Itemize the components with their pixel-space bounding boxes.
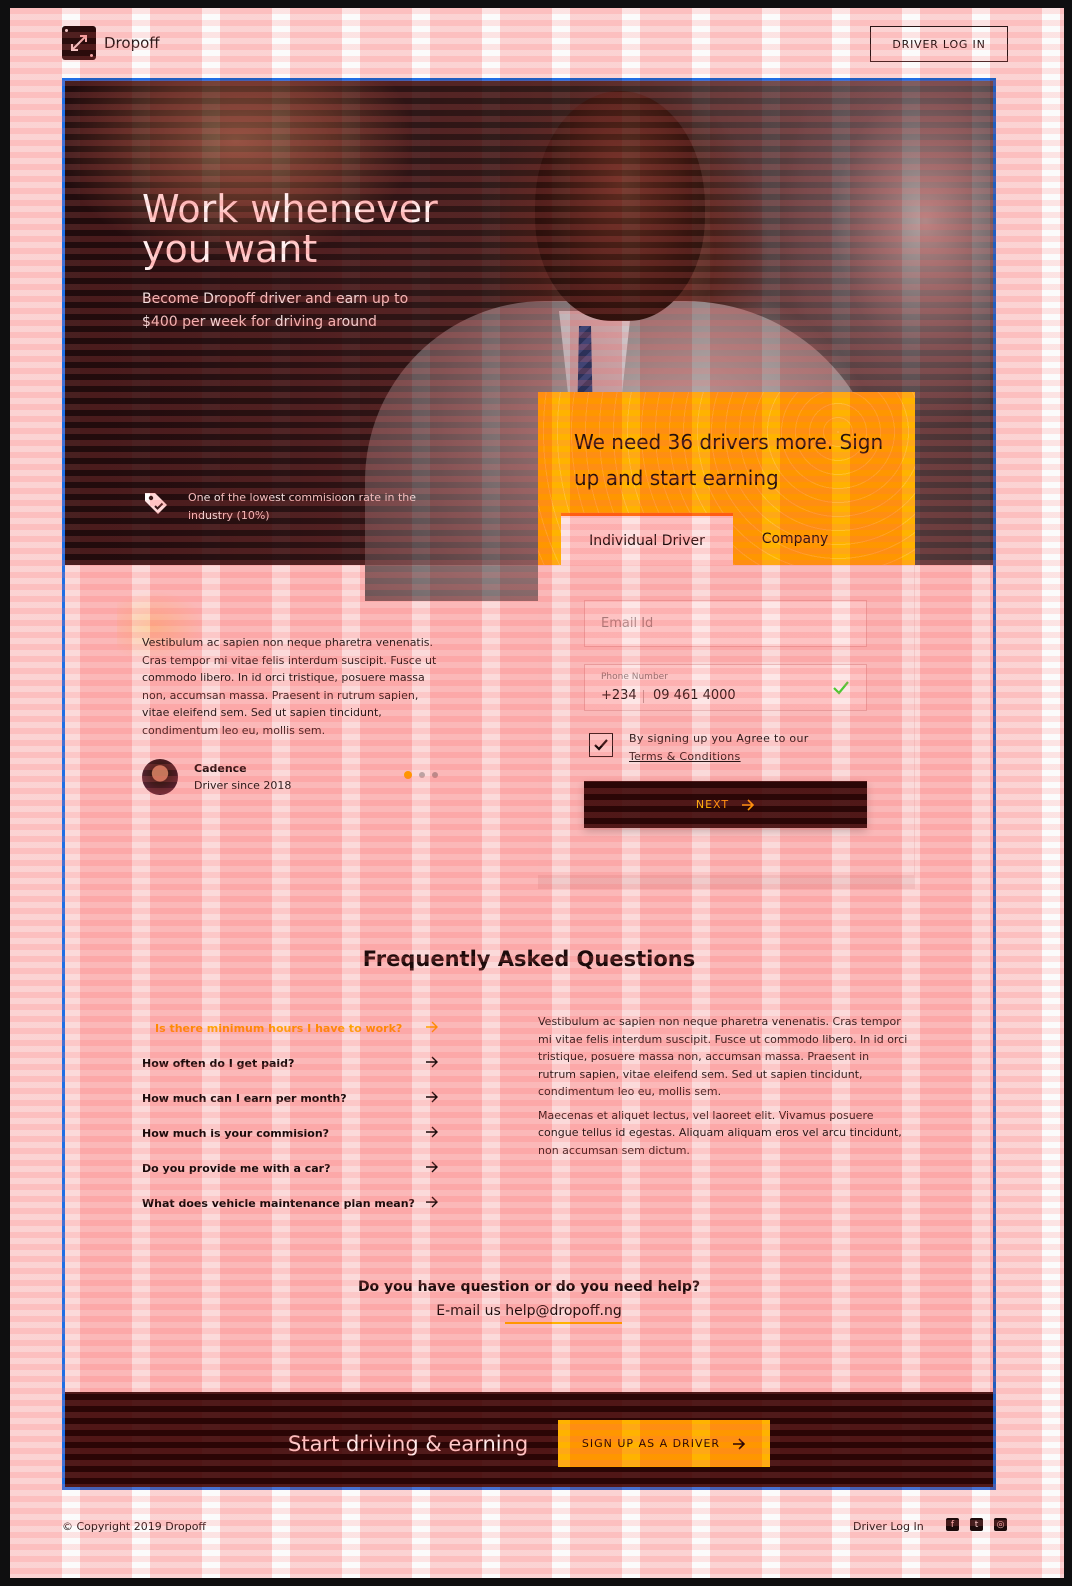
- tab-company[interactable]: Company: [733, 513, 857, 565]
- faq-answer-paragraph: Vestibulum ac sapien non neque pharetra …: [538, 1015, 908, 1098]
- facebook-icon[interactable]: f: [946, 1518, 959, 1531]
- carousel-dot-3[interactable]: [432, 772, 438, 778]
- carousel-dot-1[interactable]: [404, 771, 412, 779]
- faq-answer-paragraph: Maecenas et aliquet lectus, vel laoreet …: [538, 1108, 902, 1157]
- help-email-line: E-mail us help@dropoff.ng: [65, 1303, 993, 1324]
- arrow-right-icon: [426, 1161, 438, 1173]
- email-field[interactable]: [584, 600, 867, 647]
- site-header: Dropoff DRIVER LOG IN: [62, 26, 1008, 70]
- testimonial-name: Cadence: [194, 762, 247, 775]
- faq-item-minimum-hours[interactable]: Is there minimum hours I have to work?: [142, 1011, 439, 1046]
- faq-item-car[interactable]: Do you provide me with a car?: [142, 1151, 439, 1186]
- tag-icon: [145, 493, 167, 514]
- phone-divider: [643, 690, 644, 703]
- faq-item-commission[interactable]: How much is your commision?: [142, 1116, 439, 1151]
- faq-answer: Vestibulum ac sapien non neque pharetra …: [538, 1013, 908, 1159]
- terms-link[interactable]: Terms & Conditions: [629, 750, 741, 763]
- top-bar: [0, 0, 1072, 8]
- terms-checkbox[interactable]: [589, 733, 613, 757]
- logo[interactable]: Dropoff: [62, 26, 160, 60]
- phone-field[interactable]: Phone Number +234 09 461 4000: [584, 664, 867, 711]
- faq-title: Frequently Asked Questions: [362, 947, 696, 971]
- arrow-right-icon: [733, 1437, 746, 1450]
- checkmark-icon: [594, 739, 608, 751]
- cta-text: Start driving & earning: [288, 1432, 529, 1456]
- faq-question: How much can I earn per month?: [142, 1092, 347, 1105]
- hero-feature: One of the lowest commisioon rate in the…: [142, 489, 442, 525]
- help-email-link[interactable]: help@dropoff.ng: [505, 1303, 622, 1324]
- testimonial-text: Vestibulum ac sapien non neque pharetra …: [142, 636, 437, 737]
- terms-prefix: By signing up you Agree to our: [629, 732, 809, 745]
- browser-frame: Dropoff DRIVER LOG IN Work whenever you …: [0, 0, 1072, 1586]
- signup-driver-button-label: SIGN UP AS A DRIVER: [581, 1437, 721, 1450]
- terms-text: By signing up you Agree to our Terms & C…: [629, 730, 809, 766]
- faq-question: What does vehicle maintenance plan mean?: [142, 1197, 415, 1210]
- driver-login-button[interactable]: DRIVER LOG IN: [870, 26, 1008, 62]
- twitter-icon[interactable]: t: [970, 1518, 983, 1531]
- instagram-icon[interactable]: ◎: [994, 1518, 1007, 1531]
- faq-question: Do you provide me with a car?: [142, 1162, 331, 1175]
- tab-individual-driver[interactable]: Individual Driver: [561, 513, 733, 565]
- main-content: Work whenever you want Become Dropoff dr…: [62, 78, 996, 1490]
- landing-page: Dropoff DRIVER LOG IN Work whenever you …: [10, 8, 1064, 1578]
- check-icon: [833, 681, 849, 695]
- hero-title: Work whenever you want: [142, 187, 438, 271]
- phone-country-code[interactable]: +234: [601, 688, 637, 703]
- faq-item-maintenance[interactable]: What does vehicle maintenance plan mean?: [142, 1186, 439, 1221]
- hero-feature-text: One of the lowest commisioon rate in the…: [188, 491, 417, 522]
- faq-list: Is there minimum hours I have to work? H…: [142, 1011, 439, 1221]
- testimonial-role: Driver since 2018: [194, 779, 292, 792]
- footer-driver-login-link[interactable]: Driver Log In: [853, 1520, 924, 1533]
- avatar: [142, 759, 178, 795]
- arrow-right-icon: [426, 1196, 438, 1208]
- faq-item-earnings[interactable]: How much can I earn per month?: [142, 1081, 439, 1116]
- social-links: f t ◎: [946, 1518, 1007, 1531]
- brand-name: Dropoff: [104, 34, 160, 52]
- signup-title: We need 36 drivers more. Sign up and sta…: [574, 430, 884, 490]
- next-button-label: NEXT: [695, 798, 730, 811]
- logo-arrows-icon: [62, 26, 96, 60]
- arrow-right-icon: [426, 1091, 438, 1103]
- arrow-right-icon: [426, 1126, 438, 1138]
- cta-band: Start driving & earning SIGN UP AS A DRI…: [65, 1392, 993, 1487]
- next-button[interactable]: NEXT: [584, 781, 867, 828]
- signup-form: Phone Number +234 09 461 4000: [538, 565, 915, 875]
- signup-header: We need 36 drivers more. Sign up and sta…: [538, 392, 915, 565]
- signup-card-shadow: [538, 875, 915, 889]
- faq-question: How often do I get paid?: [142, 1057, 295, 1070]
- faq-question: Is there minimum hours I have to work?: [155, 1022, 403, 1035]
- faq-item-payment-frequency[interactable]: How often do I get paid?: [142, 1046, 439, 1081]
- copyright: © Copyright 2019 Dropoff: [62, 1520, 207, 1533]
- site-footer: © Copyright 2019 Dropoff Driver Log In f…: [62, 1516, 1008, 1540]
- arrow-right-icon: [426, 1056, 438, 1068]
- arrow-right-icon: [426, 1021, 438, 1033]
- arrow-right-icon: [742, 798, 755, 811]
- help-email-prefix: E-mail us: [436, 1303, 506, 1319]
- carousel-dots: [404, 771, 438, 779]
- help-question: Do you have question or do you need help…: [357, 1279, 701, 1295]
- carousel-dot-2[interactable]: [419, 772, 425, 778]
- signup-driver-button[interactable]: SIGN UP AS A DRIVER: [558, 1420, 770, 1467]
- hero-subtitle: Become Dropoff driver and earn up to $40…: [142, 291, 409, 330]
- signup-card: We need 36 drivers more. Sign up and sta…: [538, 392, 915, 889]
- phone-label: Phone Number: [601, 672, 668, 682]
- phone-number-value[interactable]: 09 461 4000: [653, 688, 736, 703]
- faq-question: How much is your commision?: [142, 1127, 330, 1140]
